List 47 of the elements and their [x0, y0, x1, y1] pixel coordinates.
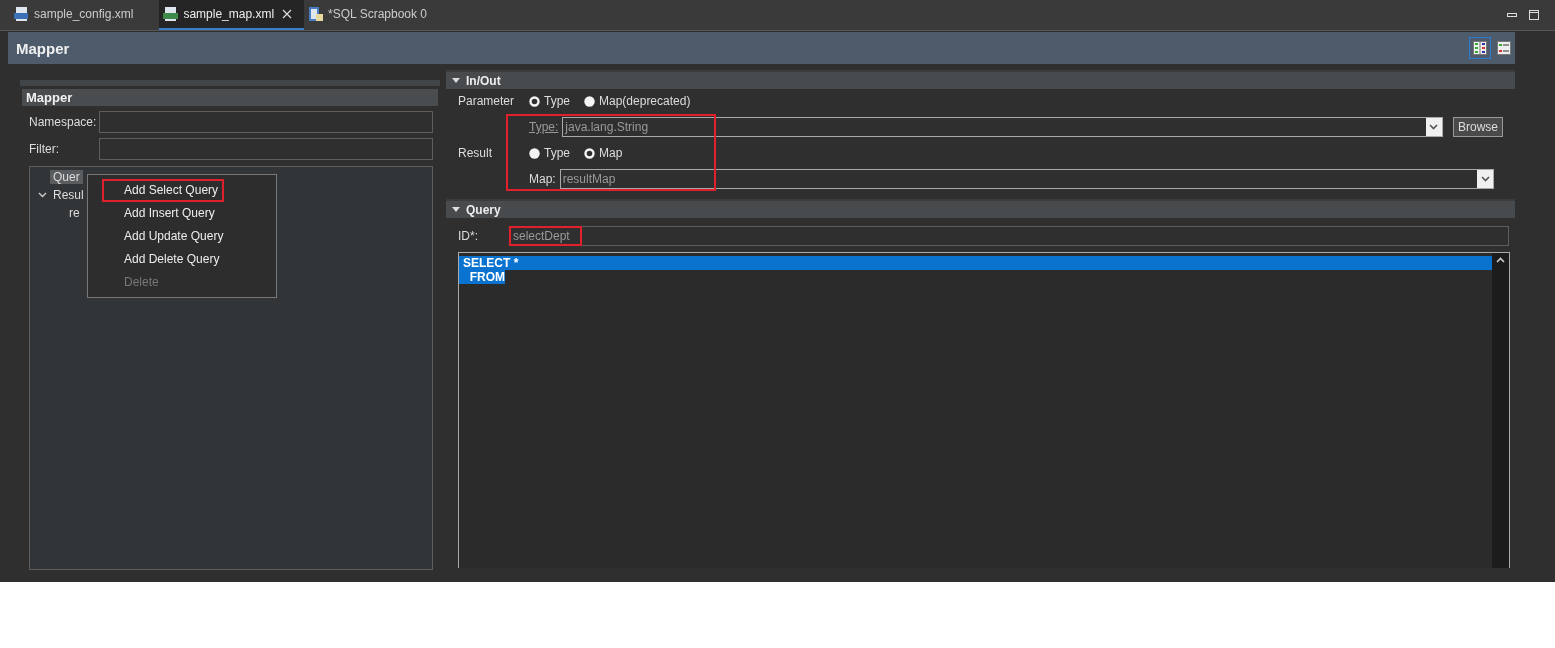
- maximize-icon[interactable]: [1529, 10, 1539, 20]
- chevron-down-icon: [1480, 176, 1490, 182]
- type-link[interactable]: Type:: [529, 120, 559, 134]
- chevron-down-icon: [1429, 124, 1439, 130]
- type-combo[interactable]: java.lang.String: [562, 117, 1443, 137]
- field-label: Parameter: [458, 94, 516, 108]
- menu-item[interactable]: Add Update Query: [102, 225, 230, 248]
- editor-title: Mapper: [16, 39, 70, 57]
- tree-item[interactable]: re: [66, 206, 83, 220]
- input-field[interactable]: [99, 111, 433, 133]
- editor-tab[interactable]: sample_config.xml: [10, 0, 146, 30]
- radio-button[interactable]: Type: [529, 146, 570, 160]
- radio-button[interactable]: Type: [529, 94, 570, 108]
- input-field[interactable]: [99, 138, 433, 160]
- editor-tab[interactable]: sample_map.xml: [159, 0, 305, 30]
- section-title: In/Out: [466, 73, 501, 88]
- tree-item[interactable]: Quer: [50, 170, 83, 184]
- field-label: Result: [458, 146, 493, 160]
- radio-button[interactable]: Map: [584, 146, 623, 160]
- menu-item[interactable]: Add Delete Query: [102, 248, 226, 271]
- editor-tab[interactable]: *SQL Scrapbook 0: [304, 0, 440, 30]
- radio-button[interactable]: Map(deprecated): [584, 94, 691, 108]
- field-label: Map:: [529, 172, 556, 186]
- field-label: ID*:: [458, 229, 479, 243]
- minimize-icon[interactable]: [1507, 12, 1517, 18]
- expanded-triangle-icon[interactable]: [452, 206, 460, 213]
- field-value: selectDept: [509, 226, 582, 246]
- field-label: Namespace:: [29, 115, 98, 129]
- section-title: Mapper: [22, 89, 438, 106]
- chevron-icon[interactable]: [37, 192, 47, 198]
- scroll-up-icon[interactable]: [1496, 257, 1505, 263]
- columns-layout-button[interactable]: [1469, 37, 1491, 59]
- close-icon[interactable]: [282, 9, 293, 19]
- radio-selected-icon[interactable]: [584, 147, 595, 159]
- expanded-triangle-icon[interactable]: [452, 77, 460, 84]
- map-combo[interactable]: resultMap: [559, 169, 1494, 189]
- menu-item[interactable]: Add Select Query: [102, 179, 225, 202]
- id-field[interactable]: selectDept: [510, 226, 1509, 246]
- radio-unselected-icon[interactable]: [529, 147, 540, 159]
- tree-item[interactable]: Resul: [50, 188, 87, 202]
- radio-unselected-icon[interactable]: [584, 95, 595, 107]
- notebook-icon: [308, 6, 325, 22]
- radio-selected-icon[interactable]: [529, 95, 540, 107]
- section-title: Query: [466, 202, 501, 217]
- field-label: Filter:: [29, 142, 60, 156]
- menu-item[interactable]: Add Insert Query: [102, 202, 221, 225]
- browse-button[interactable]: Browse: [1453, 117, 1503, 137]
